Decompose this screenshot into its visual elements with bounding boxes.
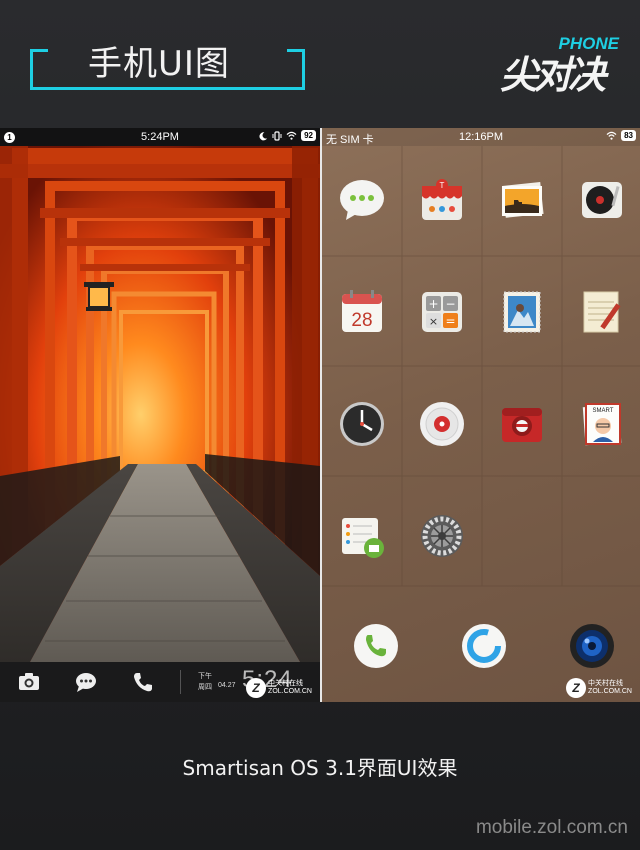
calendar-day-number: 28 [351,310,372,331]
status-bar: 1 5:24PM 92 [0,128,320,146]
camera-app-icon[interactable] [498,400,546,448]
watermark: Z 中关村在线 ZOL.COM.CN [566,678,632,698]
phone-icon[interactable] [131,671,155,693]
wifi-icon [286,131,297,140]
svg-text:−: − [445,297,455,311]
settings-app-icon[interactable] [418,512,466,560]
lock-date: 04.27 [218,682,236,689]
watermark-brand: 中关村在线 [588,680,624,687]
photos-app-icon[interactable] [498,176,546,224]
calculator-app-icon[interactable]: + −× = [418,288,466,336]
messages-app-icon[interactable] [338,176,386,224]
watermark-url: ZOL.COM.CN [268,688,312,695]
logo-main-text: 尖对决 [500,53,606,97]
battery-badge: 92 [301,130,316,141]
battery-badge: 83 [621,130,636,141]
dock-phone-icon[interactable] [352,622,400,670]
recorder-app-icon[interactable] [418,400,466,448]
music-app-icon[interactable] [578,176,626,224]
page-title: 手机UI图 [88,44,230,84]
svg-text:SMART: SMART [593,408,614,414]
image-caption: Smartisan OS 3.1界面UI效果 [182,756,458,780]
svg-text:+: + [428,297,438,311]
dock-camera-icon[interactable] [568,622,616,670]
lock-screen-shortcut-bar: 下午 周四 04.27 5:24 Z 中关村在线 ZOL.COM.CN [0,662,320,702]
moon-icon [259,131,268,140]
svg-text:T: T [440,181,445,190]
camera-icon[interactable] [17,671,41,693]
clock-app-icon[interactable] [338,400,386,448]
watermark-url: ZOL.COM.CN [588,688,632,695]
wallpaper-torii-tunnel [0,146,320,662]
brand-logo: PHONE 尖对决 [500,32,625,97]
zol-logo-icon: Z [566,678,587,698]
calendar-app-icon[interactable]: 28 [338,288,386,336]
status-bar: 无 SIM 卡 12:16PM 83 [322,128,640,146]
watermark: Z 中关村在线 ZOL.COM.CN [246,678,312,698]
notes-app-icon[interactable] [578,288,626,336]
lock-screen: 1 5:24PM 92 下午 周四 04.27 5:24 Z 中关村在线 ZOL… [0,128,320,702]
vibrate-icon [272,130,282,141]
status-icons: 83 [606,130,636,141]
divider [180,670,181,694]
status-icons: 92 [259,130,316,141]
dock-browser-icon[interactable] [460,622,508,670]
site-url: mobile.zol.com.cn [475,817,628,838]
svg-text:×: × [429,315,438,328]
watermark-brand: 中关村在线 [268,680,304,687]
home-screen: 无 SIM 卡 12:16PM 83 T 28 + − × = SMART Z … [322,128,640,702]
mail-app-icon[interactable] [498,288,546,336]
contacts-app-icon[interactable]: SMART [578,400,626,448]
message-icon[interactable] [74,671,98,693]
lock-period-weekday: 下午 周四 [198,673,212,691]
zol-logo-icon: Z [246,678,267,698]
svg-text:=: = [445,314,455,328]
status-time: 12:16PM [458,131,504,143]
app-store-icon[interactable]: T [418,176,466,224]
wifi-icon [606,131,617,140]
reminders-app-icon[interactable] [338,512,386,560]
